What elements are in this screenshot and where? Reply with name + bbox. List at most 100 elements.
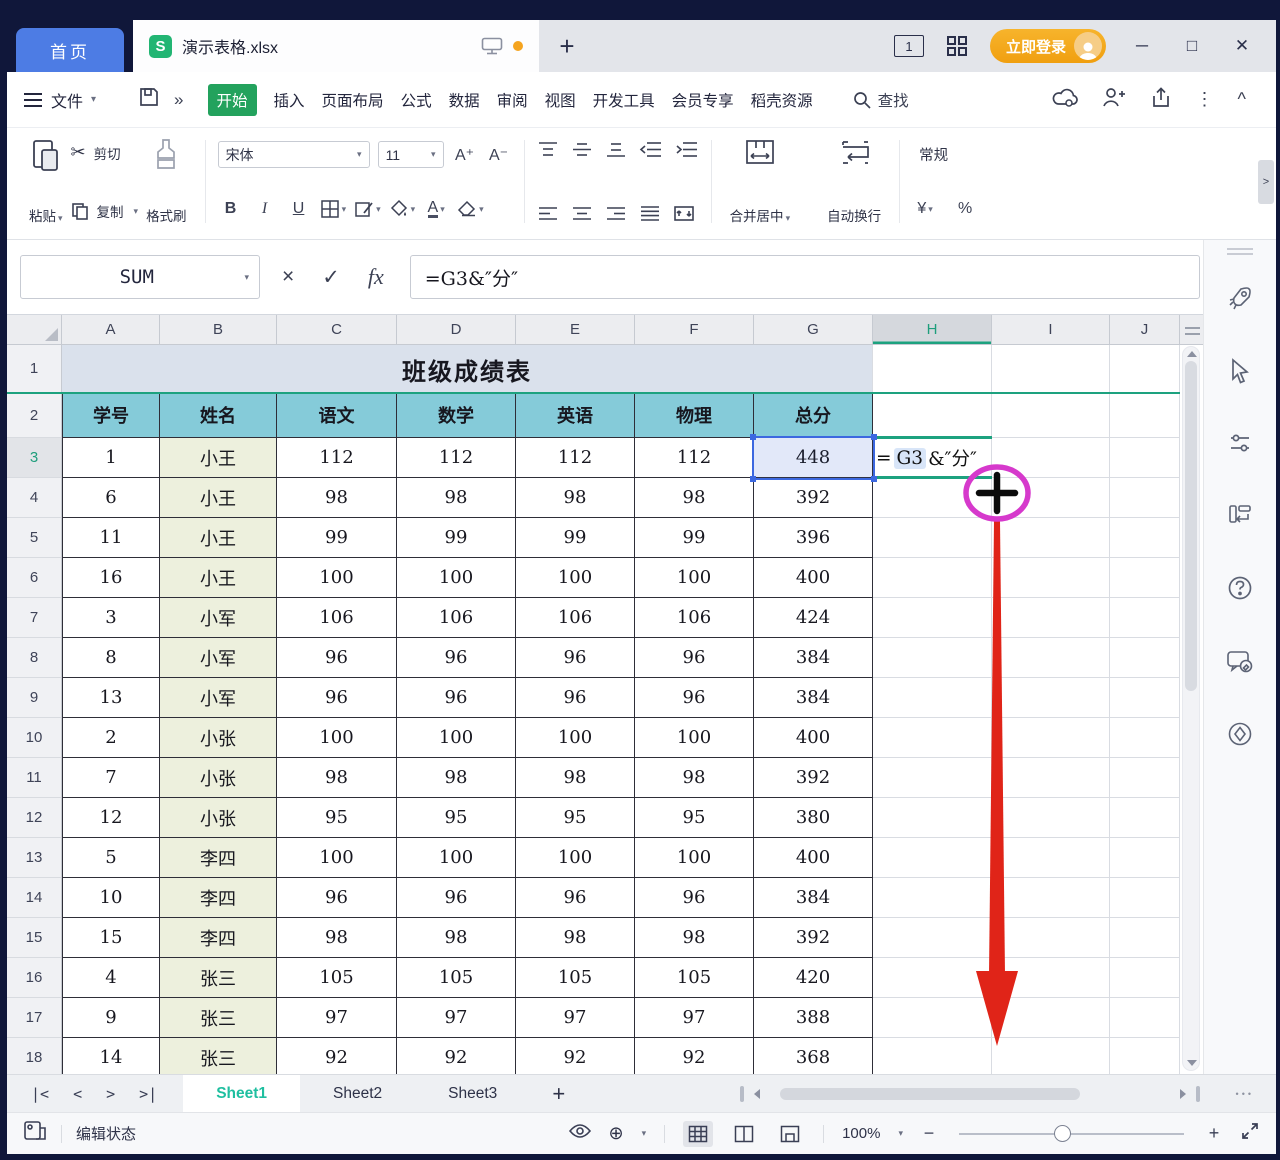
data-cell[interactable]: 380 <box>754 798 873 838</box>
align-top-button[interactable] <box>537 141 559 158</box>
data-cell[interactable]: 12 <box>62 798 160 838</box>
table-header-cell[interactable]: 语文 <box>277 393 397 438</box>
row-number-8[interactable]: 8 <box>7 638 62 678</box>
merge-center-button[interactable]: 合并居中▾ <box>724 136 797 227</box>
data-cell[interactable]: 98 <box>635 918 754 958</box>
document-tab[interactable]: S 演示表格.xlsx <box>133 20 539 72</box>
collapse-ribbon-icon[interactable]: ^ <box>1238 89 1246 110</box>
paste-button[interactable]: 粘贴▾ <box>23 136 69 227</box>
align-center-button[interactable] <box>571 205 593 222</box>
share-user-icon[interactable] <box>1102 87 1126 112</box>
data-cell[interactable]: 6 <box>62 478 160 518</box>
data-cell[interactable]: 10 <box>62 878 160 918</box>
bold-button[interactable]: B <box>218 196 244 222</box>
data-cell[interactable]: 小王 <box>160 438 277 478</box>
column-header-H[interactable]: H <box>873 315 992 344</box>
data-cell[interactable]: 95 <box>635 798 754 838</box>
cell[interactable] <box>1110 518 1180 558</box>
cell[interactable] <box>873 678 992 718</box>
percent-format-button[interactable]: % <box>952 196 978 222</box>
table-header-cell[interactable]: 姓名 <box>160 393 277 438</box>
increase-indent-button[interactable] <box>675 141 699 158</box>
column-header-E[interactable]: E <box>516 315 635 344</box>
row-number-10[interactable]: 10 <box>7 718 62 758</box>
row-number-11[interactable]: 11 <box>7 758 62 798</box>
data-cell[interactable]: 96 <box>635 638 754 678</box>
share-export-icon[interactable] <box>1150 87 1172 113</box>
data-cell[interactable]: 98 <box>397 918 516 958</box>
cell[interactable] <box>992 718 1110 758</box>
data-cell[interactable]: 小军 <box>160 678 277 718</box>
selection-target-icon[interactable]: ⊕ <box>608 1123 623 1144</box>
cell[interactable] <box>873 1038 992 1074</box>
text-orientation-button[interactable] <box>673 205 695 222</box>
horizontal-scrollbar[interactable] <box>740 1086 1200 1102</box>
tab-developer[interactable]: 开发工具 <box>593 89 655 111</box>
row-number-16[interactable]: 16 <box>7 958 62 998</box>
data-cell[interactable]: 1 <box>62 438 160 478</box>
format-painter-button[interactable]: 格式刷 <box>140 136 193 227</box>
decrease-font-button[interactable]: A⁻ <box>486 142 512 168</box>
data-cell[interactable]: 105 <box>397 958 516 998</box>
cell[interactable] <box>1110 918 1180 958</box>
row-number-13[interactable]: 13 <box>7 838 62 878</box>
sheetbar-more-icon[interactable]: ••• <box>1236 1089 1276 1099</box>
data-cell[interactable]: 97 <box>516 998 635 1038</box>
cell[interactable] <box>873 598 992 638</box>
data-cell[interactable]: 96 <box>516 678 635 718</box>
data-cell[interactable]: 96 <box>397 638 516 678</box>
spreadsheet-grid[interactable]: ABCDEFGHIJ 1班级成绩表2学号姓名语文数学英语物理总分31小王1121… <box>7 314 1203 1074</box>
table-header-cell[interactable]: 物理 <box>635 393 754 438</box>
page-break-view-button[interactable] <box>775 1121 805 1147</box>
formula-input[interactable]: =G3&″分″ <box>410 255 1200 299</box>
last-sheet-button[interactable]: >| <box>139 1085 157 1103</box>
sheet-tab-sheet3[interactable]: Sheet3 <box>415 1075 530 1112</box>
horizontal-scroll-thumb[interactable] <box>780 1088 1080 1100</box>
data-cell[interactable]: 98 <box>516 918 635 958</box>
tab-review[interactable]: 审阅 <box>497 89 528 111</box>
data-cell[interactable]: 100 <box>516 718 635 758</box>
cell[interactable] <box>873 478 992 518</box>
data-cell[interactable]: 424 <box>754 598 873 638</box>
data-cell[interactable]: 98 <box>397 478 516 518</box>
cell-style-button[interactable]: ▾ <box>354 196 381 222</box>
cell[interactable] <box>992 678 1110 718</box>
data-cell[interactable]: 392 <box>754 758 873 798</box>
cell[interactable] <box>873 878 992 918</box>
presentation-monitor-icon[interactable] <box>481 37 503 55</box>
help-icon[interactable] <box>1227 575 1253 606</box>
column-header-G[interactable]: G <box>754 315 873 344</box>
data-cell[interactable]: 448 <box>754 438 873 478</box>
justify-button[interactable] <box>639 205 661 222</box>
minimize-button[interactable]: ─ <box>1128 36 1156 56</box>
data-cell[interactable]: 100 <box>277 838 397 878</box>
cell[interactable] <box>1110 758 1180 798</box>
data-cell[interactable]: 97 <box>277 998 397 1038</box>
select-all-corner[interactable] <box>7 315 62 344</box>
toolbar-expand-button[interactable]: > <box>1258 160 1274 204</box>
data-cell[interactable]: 96 <box>397 878 516 918</box>
login-button[interactable]: 立即登录 <box>990 29 1106 63</box>
data-cell[interactable]: 112 <box>516 438 635 478</box>
more-quick-actions-button[interactable]: » <box>174 90 183 110</box>
tab-page-layout[interactable]: 页面布局 <box>322 89 384 111</box>
increase-font-button[interactable]: A⁺ <box>452 142 478 168</box>
cloud-sync-icon[interactable] <box>1052 87 1078 112</box>
data-cell[interactable]: 李四 <box>160 918 277 958</box>
row-number-3[interactable]: 3 <box>7 438 62 478</box>
cell[interactable] <box>873 958 992 998</box>
font-name-select[interactable]: 宋体▾ <box>218 141 370 168</box>
data-cell[interactable]: 16 <box>62 558 160 598</box>
data-cell[interactable]: 98 <box>277 478 397 518</box>
data-cell[interactable]: 392 <box>754 918 873 958</box>
data-cell[interactable]: 106 <box>277 598 397 638</box>
italic-button[interactable]: I <box>252 196 278 222</box>
name-box[interactable]: SUM ▾ <box>20 255 260 299</box>
data-cell[interactable]: 97 <box>635 998 754 1038</box>
data-cell[interactable]: 14 <box>62 1038 160 1074</box>
data-cell[interactable]: 100 <box>397 558 516 598</box>
data-cell[interactable]: 392 <box>754 478 873 518</box>
row-number-15[interactable]: 15 <box>7 918 62 958</box>
cell[interactable] <box>873 838 992 878</box>
scroll-down-icon[interactable] <box>1187 1060 1197 1066</box>
